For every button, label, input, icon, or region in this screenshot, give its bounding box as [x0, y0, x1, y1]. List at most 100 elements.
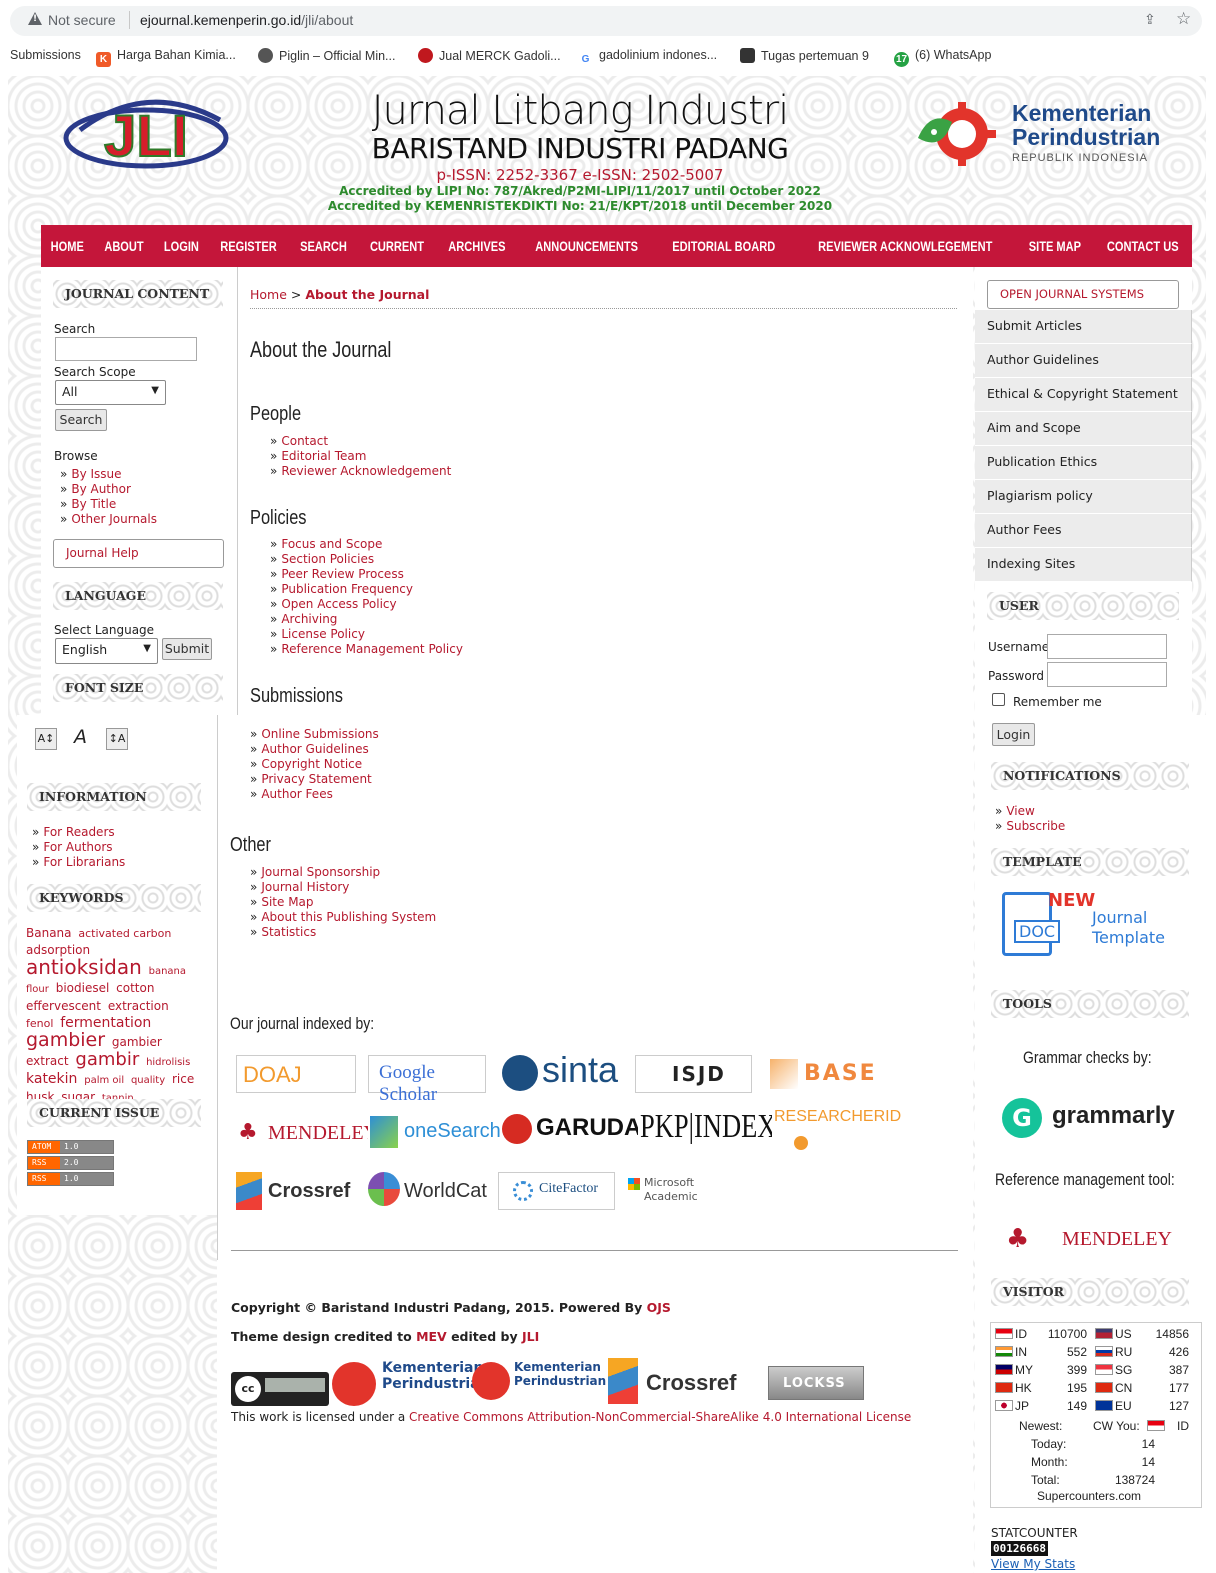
- policy-link[interactable]: License Policy: [281, 627, 365, 641]
- kemenperin-logo[interactable]: Kementerian Perindustrian REPUBLIK INDON…: [912, 98, 1172, 172]
- list-item[interactable]: » Archiving: [270, 612, 463, 627]
- list-item[interactable]: » Editorial Team: [270, 449, 451, 464]
- font-small-icon[interactable]: A↕: [35, 728, 57, 750]
- language-select[interactable]: English ▼: [55, 638, 158, 664]
- list-item[interactable]: » Contact: [270, 434, 451, 449]
- kemenperin-footer-logo-1[interactable]: Kementerian Perindustrian: [332, 1356, 490, 1408]
- keyword-link[interactable]: katekin: [26, 1071, 77, 1087]
- list-item[interactable]: » About this Publishing System: [250, 910, 436, 925]
- search-scope-select[interactable]: All ▼: [55, 380, 166, 405]
- keyword-link[interactable]: cotton: [116, 981, 154, 995]
- breadcrumb-current[interactable]: About the Journal: [305, 287, 429, 302]
- information-link[interactable]: For Librarians: [43, 855, 125, 869]
- list-item[interactable]: » By Title: [60, 497, 157, 512]
- list-item[interactable]: » For Authors: [32, 840, 125, 855]
- nav-home[interactable]: HOME: [46, 239, 89, 254]
- list-item[interactable]: » Journal History: [250, 880, 436, 895]
- statcounter-value[interactable]: 00126668: [991, 1541, 1048, 1556]
- list-item[interactable]: » Focus and Scope: [270, 537, 463, 552]
- list-item[interactable]: » By Issue: [60, 467, 157, 482]
- right-menu-ethical-copyright-statement[interactable]: Ethical & Copyright Statement: [975, 378, 1192, 412]
- keyword-link[interactable]: gambir: [75, 1049, 139, 1070]
- onesearch-logo[interactable]: oneSearch: [368, 1110, 501, 1154]
- worldcat-logo[interactable]: WorldCat: [368, 1168, 488, 1214]
- base-logo[interactable]: BASE: [770, 1055, 890, 1095]
- right-menu-publication-ethics[interactable]: Publication Ethics: [975, 446, 1192, 480]
- jli-logo[interactable]: JLI: [60, 90, 232, 174]
- url-text[interactable]: ejournal.kemenperin.go.id/jli/about: [140, 12, 353, 28]
- list-item[interactable]: » Publication Frequency: [270, 582, 463, 597]
- doaj-logo[interactable]: DOAJ: [236, 1055, 356, 1093]
- bookmark-item[interactable]: Jual MERCK Gadoli...: [418, 48, 561, 63]
- journal-template-banner[interactable]: NEW DOC Journal Template: [1000, 890, 1180, 962]
- policy-link[interactable]: Publication Frequency: [281, 582, 413, 596]
- supercounters-link[interactable]: Supercounters.com: [1037, 1489, 1141, 1503]
- browse-link[interactable]: By Issue: [71, 467, 121, 481]
- policy-link[interactable]: Focus and Scope: [281, 537, 382, 551]
- google-scholar-logo[interactable]: Google Scholar: [368, 1055, 486, 1105]
- other-link[interactable]: About this Publishing System: [261, 910, 436, 924]
- breadcrumb-home[interactable]: Home: [250, 287, 287, 302]
- list-item[interactable]: » Privacy Statement: [250, 772, 379, 787]
- bookmark-item[interactable]: 17 (6) WhatsApp: [894, 48, 991, 67]
- login-button[interactable]: Login: [992, 723, 1035, 746]
- username-input[interactable]: [1047, 634, 1167, 659]
- nav-reviewer-acknowlegement[interactable]: REVIEWER ACKNOWLEGEMENT: [813, 239, 997, 254]
- list-item[interactable]: » Peer Review Process: [270, 567, 463, 582]
- list-item[interactable]: » Reviewer Acknowledgement: [270, 464, 451, 479]
- bookmark-item[interactable]: Tugas pertemuan 9: [740, 48, 869, 63]
- submission-link[interactable]: Online Submissions: [261, 727, 378, 741]
- password-input[interactable]: [1047, 662, 1167, 687]
- submission-link[interactable]: Author Fees: [261, 787, 332, 801]
- keyword-link[interactable]: antioksidan: [26, 955, 142, 979]
- policy-link[interactable]: Section Policies: [281, 552, 374, 566]
- submission-link[interactable]: Author Guidelines: [261, 742, 368, 756]
- sinta-logo[interactable]: sinta: [500, 1049, 624, 1097]
- lockss-logo[interactable]: LOCKSS: [768, 1366, 864, 1400]
- list-item[interactable]: » Other Journals: [60, 512, 157, 527]
- visitor-counter[interactable]: ID 110700 US 14856 IN 552 RU 426 MY 399 SG 387 HK 195…: [990, 1322, 1202, 1508]
- right-menu-submit-articles[interactable]: Submit Articles: [975, 310, 1192, 344]
- right-menu-indexing-sites[interactable]: Indexing Sites: [975, 548, 1192, 582]
- nav-search[interactable]: SEARCH: [295, 239, 352, 254]
- crossref-logo[interactable]: Crossref: [234, 1168, 356, 1214]
- crossref-footer-logo[interactable]: Crossref: [608, 1358, 748, 1406]
- researcherid-logo[interactable]: RESEARCHERID: [772, 1106, 901, 1156]
- search-button[interactable]: Search: [55, 409, 107, 431]
- browse-link[interactable]: By Author: [71, 482, 131, 496]
- cc-license-badge[interactable]: cc: [231, 1372, 329, 1406]
- search-input[interactable]: [55, 337, 197, 361]
- nav-site-map[interactable]: SITE MAP: [1024, 239, 1086, 254]
- warning-icon[interactable]: [28, 12, 42, 25]
- font-large-icon[interactable]: ↕A: [106, 728, 128, 750]
- share-icon[interactable]: ⇪: [1144, 12, 1156, 28]
- submission-link[interactable]: Copyright Notice: [261, 757, 362, 771]
- nav-login[interactable]: LOGIN: [158, 239, 203, 254]
- right-menu-plagiarism-policy[interactable]: Plagiarism policy: [975, 480, 1192, 514]
- citefactor-logo[interactable]: CiteFactor: [498, 1172, 615, 1210]
- list-item[interactable]: » View: [995, 804, 1065, 819]
- bookmark-item[interactable]: Submissions: [10, 48, 81, 62]
- font-default-icon[interactable]: A: [74, 726, 87, 748]
- list-item[interactable]: » Site Map: [250, 895, 436, 910]
- list-item[interactable]: » For Readers: [32, 825, 125, 840]
- keyword-link[interactable]: effervescent: [26, 999, 101, 1013]
- list-item[interactable]: » By Author: [60, 482, 157, 497]
- policy-link[interactable]: Archiving: [281, 612, 337, 626]
- keyword-link[interactable]: biodiesel: [56, 981, 110, 995]
- feed-badge[interactable]: ATOM 1.0: [27, 1140, 114, 1154]
- kemenperin-footer-logo-2[interactable]: Kementerian Perindustrian: [472, 1356, 606, 1408]
- open-journal-systems-button[interactable]: OPEN JOURNAL SYSTEMS: [987, 280, 1179, 309]
- other-link[interactable]: Site Map: [261, 895, 313, 909]
- bookmark-item[interactable]: K Harga Bahan Kimia...: [96, 48, 236, 67]
- license-link[interactable]: Creative Commons Attribution-NonCommerci…: [409, 1410, 911, 1424]
- list-item[interactable]: » Copyright Notice: [250, 757, 379, 772]
- list-item[interactable]: » Author Fees: [250, 787, 379, 802]
- keyword-link[interactable]: extraction: [108, 999, 169, 1013]
- language-submit-button[interactable]: Submit: [162, 638, 212, 660]
- list-item[interactable]: » License Policy: [270, 627, 463, 642]
- bookmark-star-icon[interactable]: ☆: [1176, 9, 1191, 29]
- information-link[interactable]: For Authors: [43, 840, 112, 854]
- list-item[interactable]: » Section Policies: [270, 552, 463, 567]
- feed-badge[interactable]: RSS 2.0: [27, 1156, 114, 1170]
